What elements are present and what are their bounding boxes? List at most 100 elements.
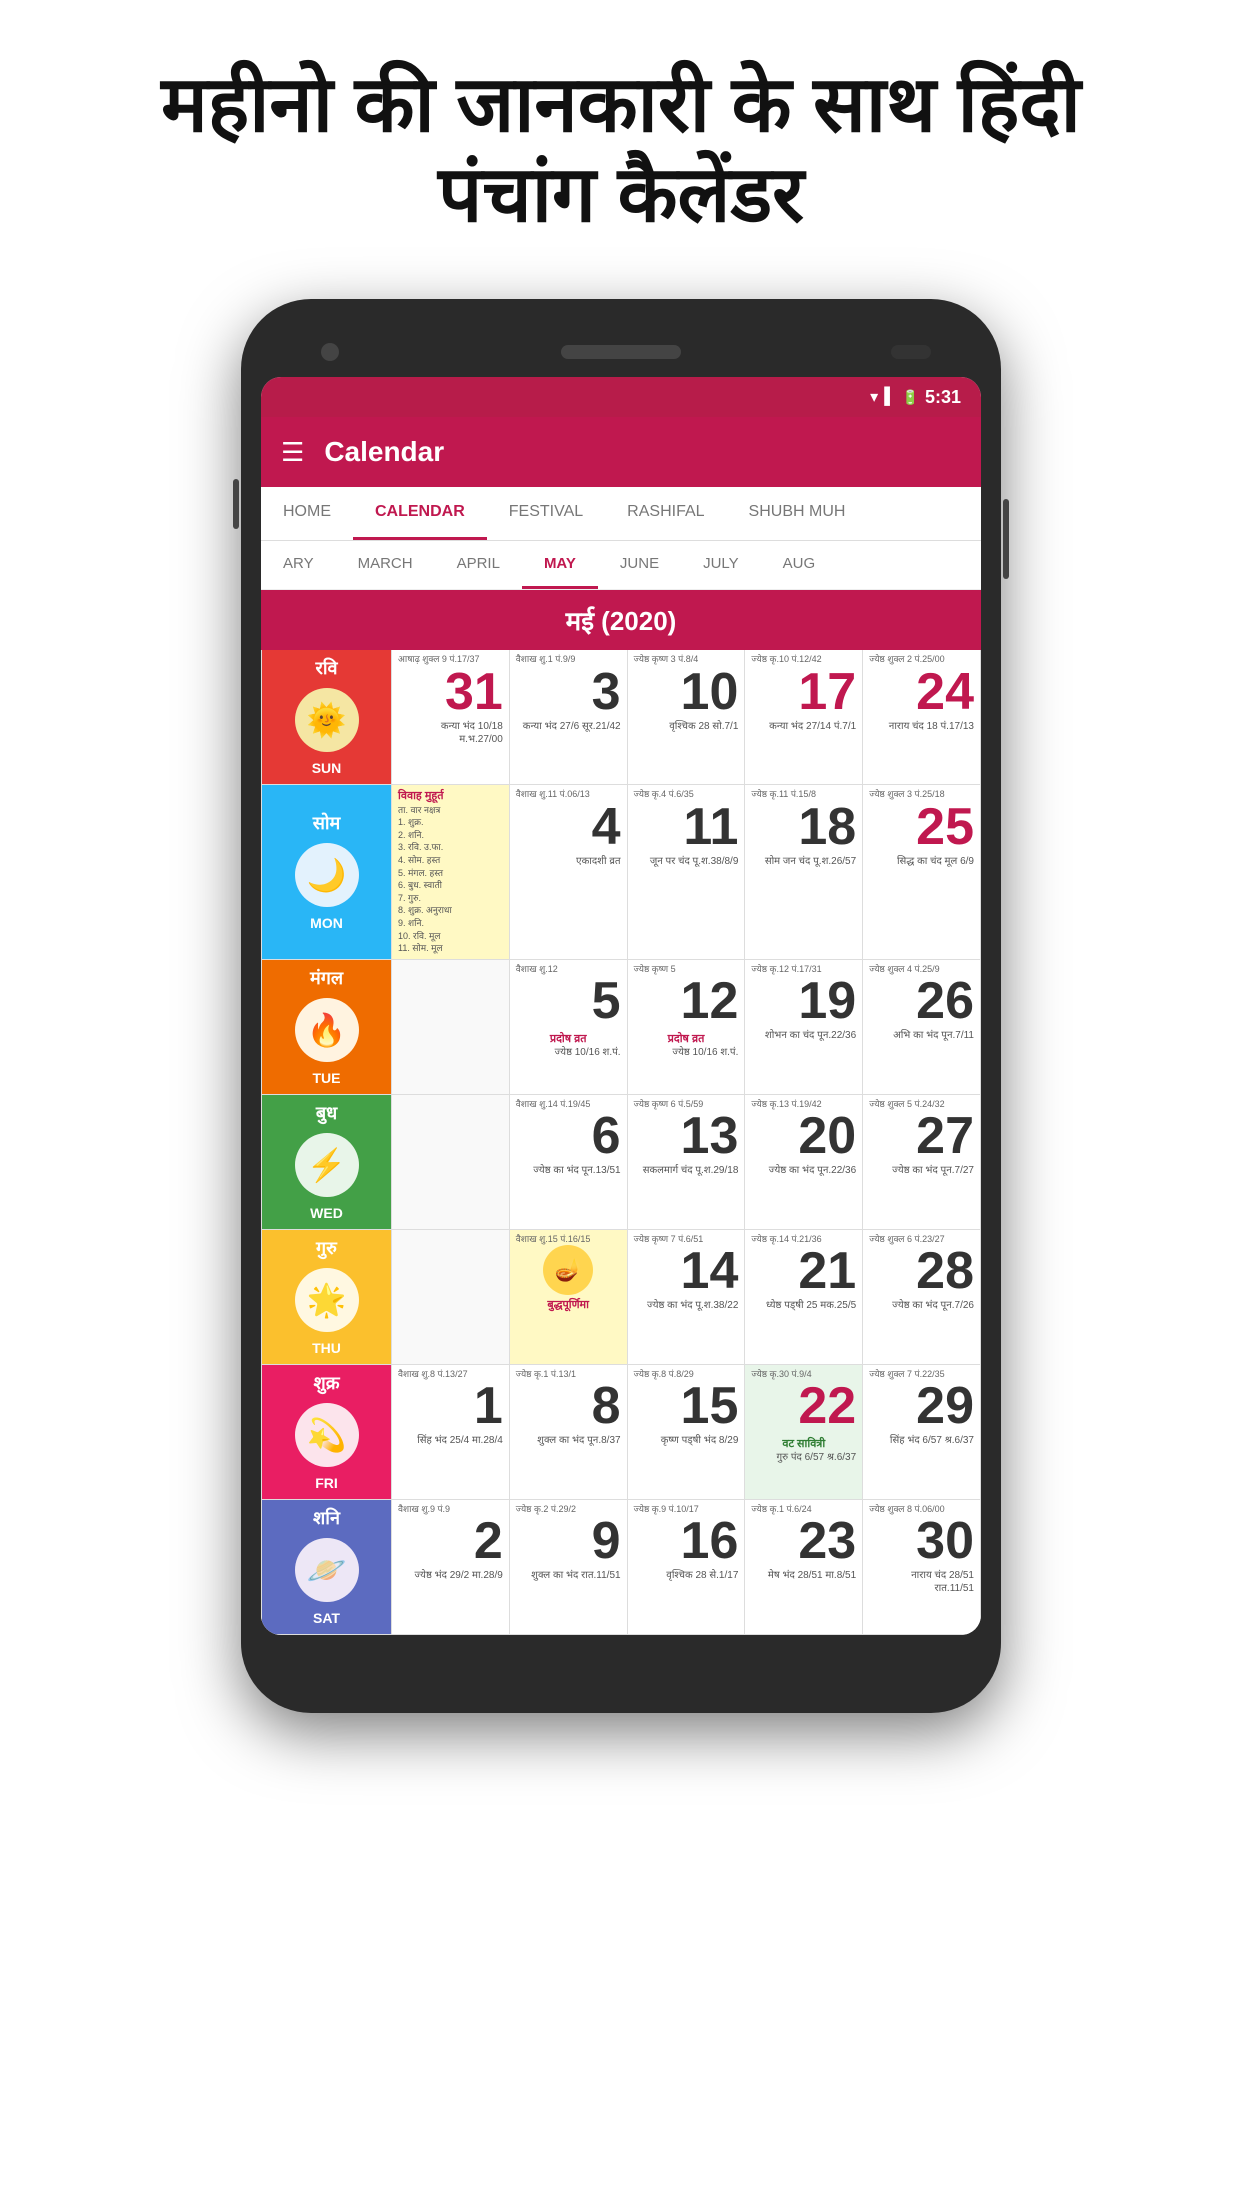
date-number: 1 bbox=[474, 1380, 503, 1432]
date-info-bottom: ज्येष्ठ 10/16 श.पं. bbox=[672, 1046, 738, 1059]
date-cell-thu-14[interactable]: ज्येष्ठ कृष्ण 7 पं.6/51 14 ज्येष्ठ का भं… bbox=[628, 1230, 746, 1365]
date-cell-sun-17[interactable]: ज्येष्ठ कृ.10 पं.12/42 17 कन्या भंद 27/1… bbox=[745, 650, 863, 785]
date-cell-sat-30[interactable]: ज्येष्ठ शुक्ल 8 पं.06/00 30 नाराय चंद 28… bbox=[863, 1500, 981, 1635]
festival-label: प्रदोष व्रत bbox=[634, 1031, 739, 1046]
date-number: 14 bbox=[681, 1245, 739, 1297]
phone-body: ▾ ▌ 🔋 5:31 ☰ Calendar HOME CALENDAR FEST… bbox=[241, 299, 1001, 1712]
hero-title: महीनो की जानकारी के साथ हिंदी पंचांग कैल… bbox=[0, 0, 1242, 279]
date-info-bottom: शुक्ल का भंद रात.11/51 bbox=[531, 1569, 620, 1582]
date-cell-sun-31[interactable]: आषाढ़ शुक्ल 9 पं.17/37 31 कन्या भंद 10/1… bbox=[392, 650, 510, 785]
date-info-bottom: शोभन का चंद पून.22/36 bbox=[765, 1029, 856, 1042]
date-cell-mon-4[interactable]: वैशाख शु.11 पं.06/13 4 एकादशी व्रत bbox=[510, 785, 628, 959]
day-hindi-thu: गुरु bbox=[316, 1236, 337, 1260]
date-cell-wed-13[interactable]: ज्येष्ठ कृष्ण 6 पं.5/59 13 सकलमार्ग चंद … bbox=[628, 1095, 746, 1230]
month-april[interactable]: APRIL bbox=[435, 541, 522, 589]
date-info-bottom: शुक्ल का भंद पून.8/37 bbox=[537, 1434, 620, 1447]
date-cell-mon-25[interactable]: ज्येष्ठ शुक्ल 3 पं.25/18 25 सिद्ध का चंद… bbox=[863, 785, 981, 959]
calendar-header: मई (2020) bbox=[261, 590, 981, 650]
date-cell-sat-16[interactable]: ज्येष्ठ कृ.9 पं.10/17 16 वृश्चिक 28 से.1… bbox=[628, 1500, 746, 1635]
day-header-sat: शनि 🪐 SAT bbox=[262, 1500, 392, 1635]
festival-label: प्रदोष व्रत bbox=[516, 1031, 621, 1046]
date-cell-fri-29[interactable]: ज्येष्ठ शुक्ल 7 पं.22/35 29 सिंह भंद 6/5… bbox=[863, 1365, 981, 1500]
phone-bottom-bar bbox=[261, 1635, 981, 1685]
date-cell-fri-15[interactable]: ज्येष्ठ कृ.8 पं.8/29 15 कृष्ण पड्षी भंद … bbox=[628, 1365, 746, 1500]
date-cell-sat-9[interactable]: ज्येष्ठ कृ.2 पं.29/2 9 शुक्ल का भंद रात.… bbox=[510, 1500, 628, 1635]
buddha-image: 🪔 bbox=[543, 1245, 593, 1295]
nav-item-festival[interactable]: FESTIVAL bbox=[487, 487, 605, 540]
date-cell-fri-22[interactable]: ज्येष्ठ कृ.30 पं.9/4 22 वट सावित्री गुरु… bbox=[745, 1365, 863, 1500]
phone-notch bbox=[261, 327, 981, 377]
hero-section: महीनो की जानकारी के साथ हिंदी पंचांग कैल… bbox=[0, 0, 1242, 279]
day-eng-sun: SUN bbox=[304, 758, 350, 778]
day-hindi-mon: सोम bbox=[313, 811, 341, 835]
day-icon-tue: 🔥 bbox=[295, 998, 359, 1062]
day-header-tue: मंगल 🔥 TUE bbox=[262, 960, 392, 1095]
date-cell-sat-23[interactable]: ज्येष्ठ कृ.1 पं.6/24 23 मेष भंद 28/51 मा… bbox=[745, 1500, 863, 1635]
phone-screen: ▾ ▌ 🔋 5:31 ☰ Calendar HOME CALENDAR FEST… bbox=[261, 377, 981, 1634]
date-cell-tue-19[interactable]: ज्येष्ठ कृ.12 पं.17/31 19 शोभन का चंद पू… bbox=[745, 960, 863, 1095]
day-header-thu: गुरु 🌟 THU bbox=[262, 1230, 392, 1365]
date-info-bottom: ज्येष्ठ का भंद पून.7/26 bbox=[892, 1299, 974, 1312]
date-cell-sun-24[interactable]: ज्येष्ठ शुक्ल 2 पं.25/00 24 नाराय चंद 18… bbox=[863, 650, 981, 785]
date-cell-fri-1[interactable]: वैशाख शु.8 पं.13/27 1 सिंह भंद 25/4 मा.2… bbox=[392, 1365, 510, 1500]
day-icon-sat: 🪐 bbox=[295, 1538, 359, 1602]
day-eng-sat: SAT bbox=[305, 1608, 348, 1628]
status-bar: ▾ ▌ 🔋 5:31 bbox=[261, 377, 981, 417]
app-bar: ☰ Calendar bbox=[261, 417, 981, 487]
app-bar-title: Calendar bbox=[324, 436, 444, 468]
date-number: 12 bbox=[681, 975, 739, 1027]
month-may[interactable]: MAY bbox=[522, 541, 598, 589]
date-cell-thu-empty bbox=[392, 1230, 510, 1365]
date-number: 5 bbox=[592, 975, 621, 1027]
date-cell-mon-11[interactable]: ज्येष्ठ कृ.4 पं.6/35 11 जून पर चंद पू.श.… bbox=[628, 785, 746, 959]
date-number: 6 bbox=[592, 1110, 621, 1162]
date-cell-sat-2[interactable]: वैशाख शु.9 पं.9 2 ज्येष्ठ भंद 29/2 मा.28… bbox=[392, 1500, 510, 1635]
hamburger-icon[interactable]: ☰ bbox=[281, 437, 304, 468]
date-info-bottom: ज्येष्ठ भंद 29/2 मा.28/9 bbox=[414, 1569, 502, 1582]
date-cell-wed-27[interactable]: ज्येष्ठ शुक्ल 5 पं.24/32 27 ज्येष्ठ का भ… bbox=[863, 1095, 981, 1230]
day-icon-sun: 🌞 bbox=[295, 688, 359, 752]
date-cell-thu-21[interactable]: ज्येष्ठ कृ.14 पं.21/36 21 ध्येष्ठ पड्षी … bbox=[745, 1230, 863, 1365]
date-cell-thu-28[interactable]: ज्येष्ठ शुक्ल 6 पं.23/27 28 ज्येष्ठ का भ… bbox=[863, 1230, 981, 1365]
date-cell-tue-26[interactable]: ज्येष्ठ शुक्ल 4 पं.25/9 26 अभि का भंद पू… bbox=[863, 960, 981, 1095]
month-march[interactable]: MARCH bbox=[336, 541, 435, 589]
nav-item-home[interactable]: HOME bbox=[261, 487, 353, 540]
day-header-mon: सोम 🌙 MON bbox=[262, 785, 392, 959]
date-info-bottom: एकादशी व्रत bbox=[576, 855, 621, 868]
date-cell-tue-5[interactable]: वैशाख शु.12 5 प्रदोष व्रत ज्येष्ठ 10/16 … bbox=[510, 960, 628, 1095]
day-icon-wed: ⚡ bbox=[295, 1133, 359, 1197]
date-cell-sun-3[interactable]: वैशाख शु.1 पं.9/9 3 कन्या भंद 27/6 सूर.2… bbox=[510, 650, 628, 785]
sensor-area bbox=[891, 345, 931, 359]
month-nav: ARY MARCH APRIL MAY JUNE JULY AUG bbox=[261, 541, 981, 590]
day-icon-thu: 🌟 bbox=[295, 1268, 359, 1332]
day-hindi-wed: बुध bbox=[316, 1101, 337, 1125]
festival-label: बुद्धपूर्णिमा bbox=[516, 1297, 621, 1312]
date-cell-fri-8[interactable]: ज्येष्ठ कृ.1 पं.13/1 8 शुक्ल का भंद पून.… bbox=[510, 1365, 628, 1500]
status-time: 5:31 bbox=[925, 387, 961, 408]
date-number: 15 bbox=[681, 1380, 739, 1432]
date-cell-tue-12[interactable]: ज्येष्ठ कृष्ण 5 12 प्रदोष व्रत ज्येष्ठ 1… bbox=[628, 960, 746, 1095]
month-july[interactable]: JULY bbox=[681, 541, 761, 589]
date-cell-sun-10[interactable]: ज्येष्ठ कृष्ण 3 पं.8/4 10 वृश्चिक 28 सो.… bbox=[628, 650, 746, 785]
day-icon-fri: 💫 bbox=[295, 1403, 359, 1467]
nav-item-rashifal[interactable]: RASHIFAL bbox=[605, 487, 726, 540]
date-info-bottom: ज्येष्ठ का भंद पू.श.38/22 bbox=[647, 1299, 738, 1312]
date-cell-thu-7[interactable]: वैशाख शु.15 पं.16/15 🪔 बुद्धपूर्णिमा bbox=[510, 1230, 628, 1365]
date-number: 21 bbox=[798, 1245, 856, 1297]
date-info-bottom: नाराय चंद 28/51 रात.11/51 bbox=[869, 1569, 974, 1595]
month-jan[interactable]: ARY bbox=[261, 541, 336, 589]
month-june[interactable]: JUNE bbox=[598, 541, 681, 589]
date-number: 29 bbox=[916, 1380, 974, 1432]
nav-item-shubh[interactable]: SHUBH MUH bbox=[727, 487, 868, 540]
date-cell-mon-vivah[interactable]: विवाह मुहूर्त ता. वार नक्षत्र 1. शुक्र.2… bbox=[392, 785, 510, 959]
date-cell-mon-18[interactable]: ज्येष्ठ कृ.11 पं.15/8 18 सोम जन चंद पू.श… bbox=[745, 785, 863, 959]
month-aug[interactable]: AUG bbox=[761, 541, 838, 589]
day-eng-fri: FRI bbox=[307, 1473, 346, 1493]
date-cell-wed-20[interactable]: ज्येष्ठ कृ.13 पं.19/42 20 ज्येष्ठ का भंद… bbox=[745, 1095, 863, 1230]
nav-item-calendar[interactable]: CALENDAR bbox=[353, 487, 487, 540]
date-cell-wed-6[interactable]: वैशाख शु.14 पं.19/45 6 ज्येष्ठ का भंद पू… bbox=[510, 1095, 628, 1230]
date-number: 2 bbox=[474, 1515, 503, 1567]
date-info-bottom: गुरु पंद 6/57 श्र.6/37 bbox=[776, 1451, 856, 1464]
date-number: 25 bbox=[916, 801, 974, 853]
day-icon-mon: 🌙 bbox=[295, 843, 359, 907]
